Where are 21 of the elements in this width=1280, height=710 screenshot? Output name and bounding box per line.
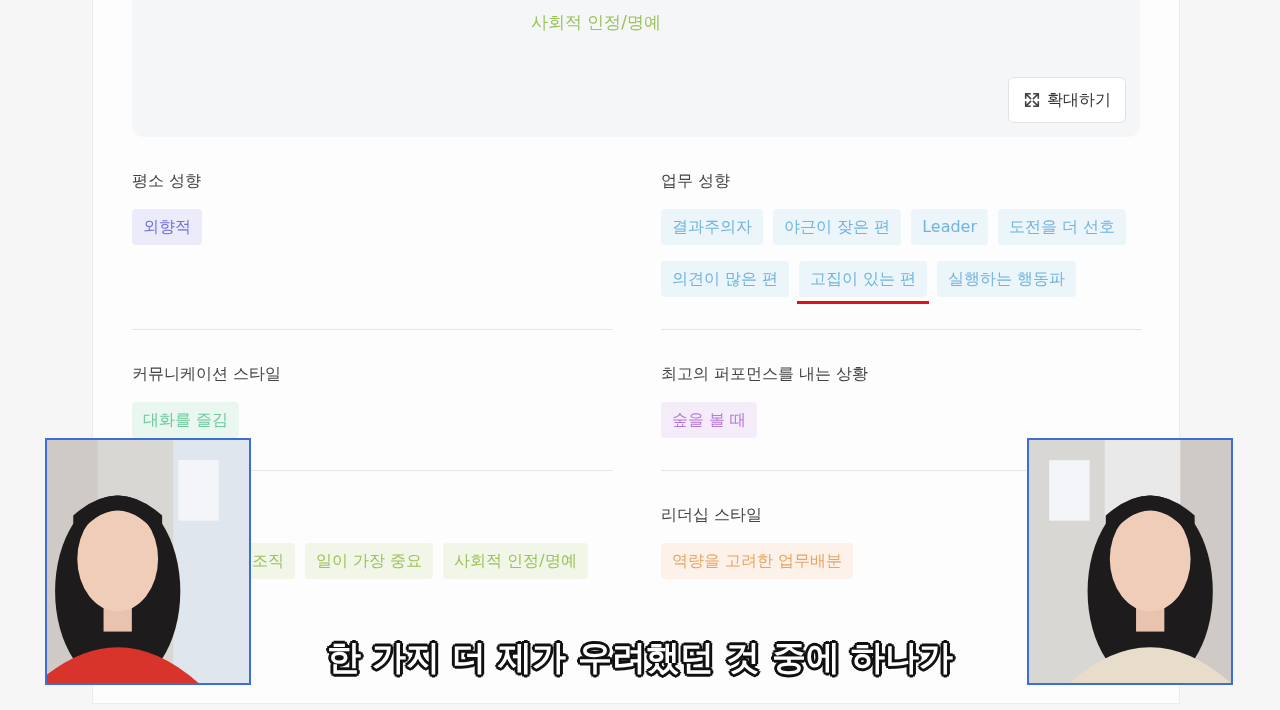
tag: 야근이 잦은 편 xyxy=(773,209,902,245)
tag: 의견이 많은 편 xyxy=(661,261,790,297)
subtitle: 한 가지 더 제가 우려했던 것 중에 하나가 xyxy=(326,636,954,680)
tag: 도전을 더 선호 xyxy=(998,209,1127,245)
section-title: 리더십 스타일 xyxy=(661,504,764,526)
tag: Leader xyxy=(911,209,989,245)
graph-label: 사회적 인정/명예 xyxy=(530,11,662,34)
tag: 숲을 볼 때 xyxy=(661,402,758,438)
tag: 역량을 고려한 업무배분 xyxy=(661,543,854,579)
tag: 외향적 xyxy=(132,209,202,245)
expand-button[interactable]: 확대하기 xyxy=(1008,77,1126,123)
tag: 사회적 인정/명예 xyxy=(443,543,588,579)
tag: 실행하는 행동파 xyxy=(937,261,1077,297)
section-title: 최고의 퍼포먼스를 내는 상황 xyxy=(661,363,870,385)
expand-icon xyxy=(1023,91,1041,109)
tag: 일이 가장 중요 xyxy=(305,543,434,579)
section-title: 평소 성향 xyxy=(132,170,203,192)
tag: 대화를 즐김 xyxy=(132,402,240,438)
tag: 결과주의자 xyxy=(661,209,763,245)
section-title: 커뮤니케이션 스타일 xyxy=(132,363,283,385)
section-title: 업무 성향 xyxy=(661,170,732,192)
